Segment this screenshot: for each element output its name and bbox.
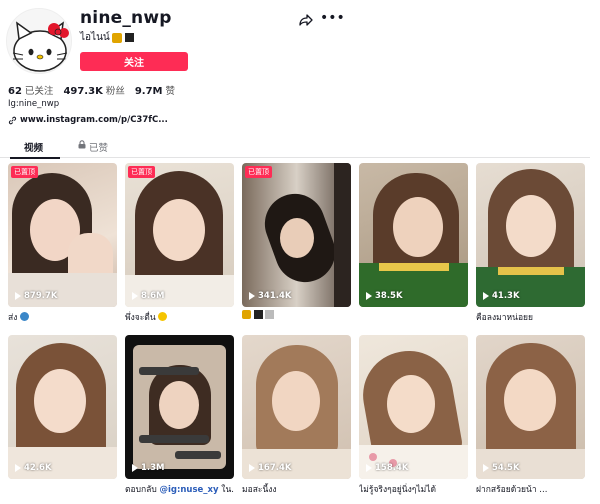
video-card[interactable]: 已置顶 8.6M [125, 163, 234, 307]
play-icon [132, 464, 138, 472]
dolphin-emoji-icon [20, 312, 30, 321]
view-count: 8.6M [132, 291, 165, 301]
username: nine_nwp [80, 8, 172, 28]
follow-button[interactable]: 关注 [80, 52, 188, 71]
view-count: 167.4K [249, 463, 291, 473]
following-stat[interactable]: 62 已关注 [8, 83, 53, 97]
active-tab-indicator [10, 157, 60, 159]
profile-header: nine_nwp ไอไนน์ 关注 ••• [0, 0, 600, 84]
video-card[interactable]: 41.3K [476, 163, 585, 307]
pinned-badge: 已置顶 [245, 166, 272, 178]
play-icon [132, 292, 138, 300]
video-caption[interactable]: ไม่รู้จริงๆอยู่นิ่งๆไม่ได้ [359, 482, 468, 496]
profile-stats: 62 已关注 497.3K 粉丝 9.7M 赞 [8, 83, 175, 97]
view-count: 158.4K [366, 463, 408, 473]
video-card[interactable]: 158.4K [359, 335, 468, 479]
lock-icon [78, 140, 86, 149]
bio-text: Ig:nine_nwp [8, 99, 60, 109]
black-square-icon [253, 310, 263, 319]
view-count: 42.6K [15, 463, 52, 473]
profile-link[interactable]: www.instagram.com/p/C37fC... [8, 115, 168, 125]
display-name: ไอไนน์ [80, 30, 134, 45]
video-caption[interactable]: คือลงมาหน่อยย [476, 310, 585, 324]
video-caption[interactable] [242, 310, 351, 321]
tab-liked[interactable]: 已赞 [78, 140, 108, 158]
hello-kitty-avatar-icon [7, 9, 71, 73]
video-card[interactable]: 42.6K [8, 335, 117, 479]
video-card[interactable]: 167.4K [242, 335, 351, 479]
play-icon [15, 292, 21, 300]
video-caption[interactable]: ตอบกลับ @ig:nuse_xy ใน... [125, 482, 234, 496]
pinned-badge: 已置顶 [128, 166, 155, 178]
view-count: 41.3K [483, 291, 520, 301]
video-card[interactable]: 1.3M [125, 335, 234, 479]
view-count: 341.4K [249, 291, 291, 301]
video-card[interactable]: 已置顶 341.4K [242, 163, 351, 307]
cross-icon [265, 310, 275, 319]
sleepy-emoji-icon [158, 312, 168, 321]
mention-link[interactable]: @ig:nuse_xy [159, 485, 218, 495]
video-grid: 已置顶 879.7K ส่ง 已置顶 8.6M พึ่งจะตื่น 已置顶 3… [8, 163, 588, 503]
video-caption[interactable]: มอสะนี้งง [242, 482, 351, 496]
followers-stat[interactable]: 497.3K 粉丝 [63, 83, 124, 97]
tab-videos[interactable]: 视频 [24, 140, 43, 158]
more-options-icon[interactable]: ••• [320, 11, 345, 28]
black-square-icon [124, 33, 134, 42]
emoji-icon [111, 32, 122, 43]
link-icon [8, 116, 17, 124]
play-icon [249, 292, 255, 300]
view-count: 1.3M [132, 463, 165, 473]
play-icon [483, 464, 489, 472]
tab-liked-label: 已赞 [89, 143, 109, 154]
view-count: 54.5K [483, 463, 520, 473]
pinned-badge: 已置顶 [11, 166, 38, 178]
share-icon[interactable] [298, 12, 314, 28]
play-icon [249, 464, 255, 472]
display-name-text: ไอไนน์ [80, 32, 110, 43]
play-icon [366, 464, 372, 472]
avatar[interactable] [6, 8, 72, 74]
view-count: 38.5K [366, 291, 403, 301]
video-card[interactable]: 54.5K [476, 335, 585, 479]
play-icon [483, 292, 489, 300]
profile-tabs: 视频 已赞 [0, 138, 590, 158]
video-card[interactable]: 38.5K [359, 163, 468, 307]
likes-stat: 9.7M 赞 [134, 86, 176, 97]
video-caption[interactable]: ฝากสร้อยด้วยน้า ... [476, 482, 585, 496]
video-caption[interactable]: พึ่งจะตื่น [125, 310, 234, 324]
play-icon [366, 292, 372, 300]
play-icon [15, 464, 21, 472]
video-card[interactable]: 已置顶 879.7K [8, 163, 117, 307]
video-caption[interactable]: ส่ง [8, 310, 117, 324]
view-count: 879.7K [15, 291, 57, 301]
profile-link-text: www.instagram.com/p/C37fC... [20, 115, 168, 125]
emoji-icon [242, 310, 251, 319]
